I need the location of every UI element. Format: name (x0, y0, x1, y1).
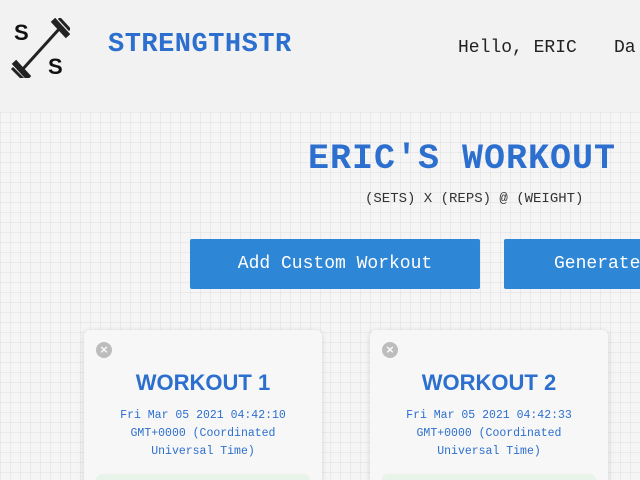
workout-card-date: Fri Mar 05 2021 04:42:10 GMT+0000 (Coord… (98, 407, 308, 461)
close-icon[interactable]: × (96, 342, 112, 358)
workout-card-title: WORKOUT 2 (421, 370, 557, 395)
date-line: Fri Mar 05 2021 04:42:33 (406, 409, 572, 422)
logo-letter-top: S (14, 20, 29, 45)
greeting-text: Hello, ERIC (458, 38, 577, 58)
date-line: Universal Time) (437, 445, 541, 458)
workout-card-date: Fri Mar 05 2021 04:42:33 GMT+0000 (Coord… (384, 407, 594, 461)
logo[interactable]: S S (10, 16, 72, 81)
workout-card-exercise-strip (382, 474, 596, 480)
workout-card[interactable]: × WORKOUT 2 Fri Mar 05 2021 04:42:33 GMT… (370, 330, 608, 480)
add-custom-workout-button[interactable]: Add Custom Workout (190, 239, 480, 289)
close-icon[interactable]: × (382, 342, 398, 358)
date-line: GMT+0000 (Coordinated (130, 427, 276, 440)
page-subtitle: (SETS) X (REPS) @ (WEIGHT) (365, 191, 584, 207)
main-content: ERIC'S WORKOUT (SETS) X (REPS) @ (WEIGHT… (0, 112, 640, 480)
page-title: ERIC'S WORKOUT (308, 139, 617, 179)
dumbbell-logo-icon: S S (10, 16, 72, 81)
date-line: Fri Mar 05 2021 04:42:10 (120, 409, 286, 422)
generate-workout-button[interactable]: Generate (504, 239, 640, 289)
date-line: GMT+0000 (Coordinated (416, 427, 562, 440)
logo-letter-bottom: S (48, 54, 63, 78)
workout-card-title: WORKOUT 1 (135, 370, 271, 395)
workout-card-exercise-strip (96, 474, 310, 480)
workout-card[interactable]: × WORKOUT 1 Fri Mar 05 2021 04:42:10 GMT… (84, 330, 322, 480)
header: S S STRENGTHSTR Hello, ERIC Da (0, 0, 640, 112)
nav-link-dashboard[interactable]: Da (614, 38, 636, 58)
brand-name[interactable]: STRENGTHSTR (108, 30, 292, 60)
date-line: Universal Time) (151, 445, 255, 458)
